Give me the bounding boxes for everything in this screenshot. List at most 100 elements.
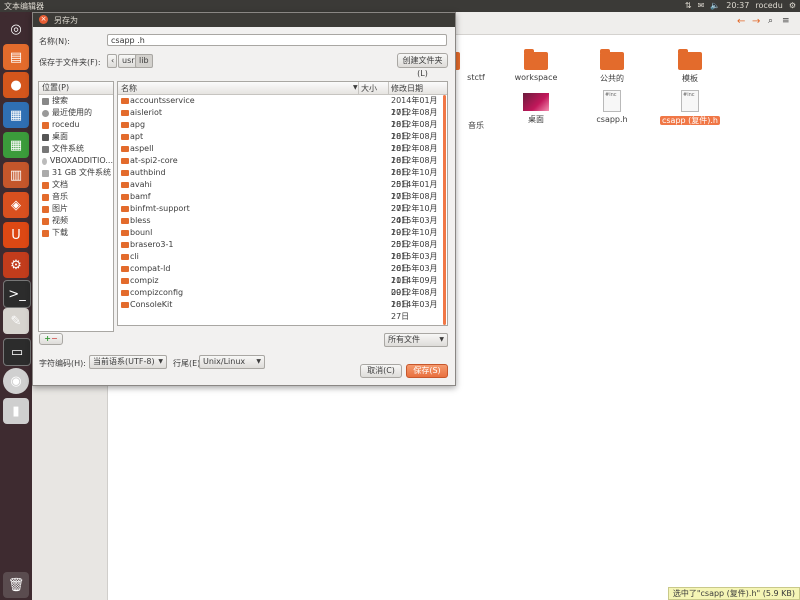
column-modified[interactable]: 修改日期: [391, 83, 423, 94]
table-row[interactable]: aspell 2012年08月18日: [118, 143, 447, 165]
calc-icon[interactable]: ▦: [3, 132, 29, 158]
close-icon[interactable]: ×: [39, 15, 48, 24]
place-filesystem[interactable]: 文件系统: [39, 143, 113, 155]
table-row[interactable]: ConsoleKit 2014年03月27日: [118, 299, 447, 321]
table-row[interactable]: apt 2012年08月18日: [118, 131, 447, 153]
table-row[interactable]: compat-ld 2015年03月11日: [118, 263, 447, 285]
table-row[interactable]: compiz 2014年09月09日: [118, 275, 447, 297]
add-bookmark-button[interactable]: +−: [39, 333, 63, 345]
table-row[interactable]: aisleriot 2012年08月18日: [118, 107, 447, 129]
harddisk-icon: [42, 145, 49, 153]
file-name: brasero3-1: [130, 240, 174, 249]
home-folder-launcher-icon[interactable]: ▤: [3, 44, 29, 70]
text-editor-icon[interactable]: ✎: [3, 308, 29, 334]
software-center-icon[interactable]: ◈: [3, 192, 29, 218]
table-row[interactable]: bless 2015年03月19日: [118, 215, 447, 237]
line-ending-select[interactable]: Unix/Linux ▼: [199, 355, 265, 369]
list-view-icon[interactable]: ≡: [782, 16, 790, 26]
cancel-button[interactable]: 取消(C): [360, 364, 402, 378]
launcher: ◎ ▤ ● ▦ ▦ ▥ ◈ U ⚙ >_ ✎ ▭ ◉ ▮ 🗑: [0, 12, 32, 600]
place-vbox[interactable]: VBOXADDITIO...: [39, 155, 113, 167]
place-desktop[interactable]: 桌面: [39, 131, 113, 143]
column-size[interactable]: 大小: [361, 83, 377, 94]
file-name: apt: [130, 132, 144, 141]
video-folder-icon: [42, 217, 49, 225]
table-row[interactable]: bounl 2012年10月25日: [118, 227, 447, 249]
table-row[interactable]: apg 2012年08月18日: [118, 119, 447, 141]
pictures-folder-icon: [42, 205, 49, 213]
forward-arrow-icon[interactable]: →: [752, 16, 760, 27]
impress-icon[interactable]: ▥: [3, 162, 29, 188]
user-menu[interactable]: rocedu: [755, 1, 782, 10]
network-icon[interactable]: ⇅: [685, 1, 692, 10]
terminal-icon[interactable]: >_: [3, 280, 31, 308]
places-pane: 位置(P) 搜索 最近使用的 rocedu 桌面 文件系统 VBOXADDITI…: [38, 81, 114, 332]
file-name: compiz: [130, 276, 159, 285]
place-videos[interactable]: 视频: [39, 215, 113, 227]
place-home[interactable]: rocedu: [39, 119, 113, 131]
folder-icon: [121, 302, 129, 308]
table-row[interactable]: at-spi2-core 2012年08月18日: [118, 155, 447, 177]
clock[interactable]: 20:37: [726, 1, 749, 10]
path-back-button[interactable]: ‹: [107, 54, 117, 68]
list-item-selected[interactable]: #inc csapp (复件).h: [652, 90, 728, 126]
ubuntu-one-icon[interactable]: U: [3, 222, 29, 248]
table-row[interactable]: authbind 2012年10月25日: [118, 167, 447, 189]
table-row[interactable]: binfmt-support 2012年10月24日: [118, 203, 447, 225]
table-row[interactable]: avahi 2014年01月17日: [118, 179, 447, 201]
place-pictures[interactable]: 图片: [39, 203, 113, 215]
back-arrow-icon[interactable]: ←: [737, 16, 745, 27]
list-item[interactable]: 公共的: [582, 49, 642, 84]
file-name: compat-ld: [130, 264, 171, 273]
folder-icon: [121, 230, 129, 236]
place-music[interactable]: 音乐: [39, 191, 113, 203]
table-row[interactable]: brasero3-1 2012年08月18日: [118, 239, 447, 261]
path-segment-lib[interactable]: lib: [135, 54, 153, 68]
place-downloads[interactable]: 下载: [39, 227, 113, 239]
filename-input[interactable]: csapp .h: [107, 34, 447, 46]
firefox-icon[interactable]: ●: [3, 72, 29, 98]
table-row[interactable]: bamf 2013年08月27日: [118, 191, 447, 213]
scrollbar[interactable]: [443, 95, 446, 325]
places-header[interactable]: 位置(P): [39, 82, 113, 95]
gear-icon[interactable]: ⚙: [789, 1, 796, 10]
list-item[interactable]: 模板: [660, 49, 720, 84]
create-folder-button[interactable]: 创建文件夹(L): [397, 53, 448, 78]
save-button[interactable]: 保存(S): [406, 364, 448, 378]
usb-drive-icon[interactable]: ▮: [3, 398, 29, 424]
folder-icon: [121, 266, 129, 272]
file-list: 名称 ▼ 大小 修改日期 accountsservice 2014年01月17日 a…: [117, 81, 448, 326]
folder-icon: [121, 110, 129, 116]
table-row[interactable]: accountsservice 2014年01月17日: [118, 95, 447, 117]
desktop-icon: [42, 133, 49, 141]
app-title: 文本编辑器: [4, 2, 44, 11]
file-name: aspell: [130, 144, 154, 153]
list-item[interactable]: workspace: [506, 49, 566, 82]
shared-folder-icon: [600, 49, 624, 70]
header-file-icon: #inc: [603, 90, 621, 112]
trash-icon[interactable]: 🗑: [3, 572, 29, 598]
dialog-titlebar: × 另存为: [33, 13, 455, 27]
file-name: avahi: [130, 180, 152, 189]
email-icon[interactable]: ✉: [698, 1, 705, 10]
file-type-select[interactable]: 所有文件 ▼: [384, 333, 448, 347]
list-item[interactable]: 桌面: [506, 93, 566, 125]
place-31gb[interactable]: 31 GB 文件系统: [39, 167, 113, 179]
system-settings-icon[interactable]: ⚙: [3, 252, 29, 278]
place-search[interactable]: 搜索: [39, 95, 113, 107]
ubuntu-logo-icon[interactable]: ◎: [3, 16, 29, 42]
table-row[interactable]: compizconfig 2012年08月18日: [118, 287, 447, 309]
list-item[interactable]: #inc csapp.h: [582, 90, 642, 124]
place-documents[interactable]: 文档: [39, 179, 113, 191]
file-name: bounl: [130, 228, 153, 237]
terminal-icon-2[interactable]: ▭: [3, 338, 31, 366]
table-row[interactable]: cli 2015年03月26日: [118, 251, 447, 273]
column-name[interactable]: 名称: [121, 83, 137, 94]
volume-icon[interactable]: 🔈: [710, 1, 720, 10]
writer-icon[interactable]: ▦: [3, 102, 29, 128]
encoding-select[interactable]: 当前语系(UTF-8) ▼: [89, 355, 167, 369]
disc-icon[interactable]: ◉: [3, 368, 29, 394]
search-icon[interactable]: ⌕: [768, 16, 773, 26]
file-name: aisleriot: [130, 108, 162, 117]
place-recent[interactable]: 最近使用的: [39, 107, 113, 119]
